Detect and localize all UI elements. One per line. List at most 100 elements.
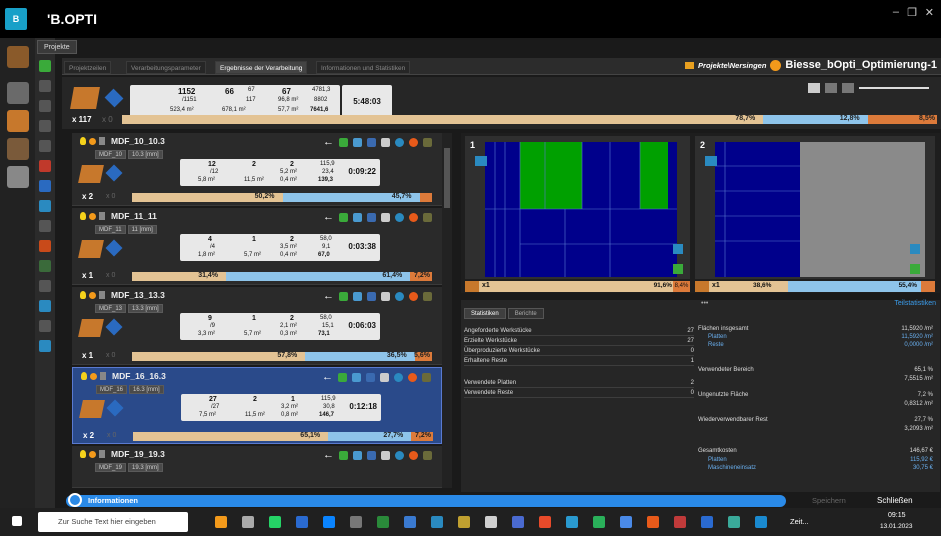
taskbar-app-icon[interactable] (674, 516, 686, 528)
cycle-icon[interactable] (395, 450, 404, 460)
material-group[interactable]: MDF_19_19.3 MDF_19 19.3 [mm] ← (72, 446, 442, 488)
list-icon[interactable] (39, 100, 51, 112)
lock-icon[interactable] (99, 450, 105, 458)
machine-icon[interactable] (6, 82, 29, 104)
delete-icon[interactable] (39, 160, 51, 172)
taskbar-app-icon[interactable] (566, 516, 578, 528)
chart-icon[interactable] (353, 291, 362, 301)
label-icon[interactable] (367, 291, 376, 301)
grid-icon[interactable] (39, 120, 51, 132)
wood-panel-icon[interactable] (6, 46, 29, 68)
back-arrow-icon[interactable]: ← (322, 371, 333, 383)
help-icon[interactable] (39, 340, 51, 352)
tab-informationen[interactable]: Informationen und Statistiken (316, 61, 411, 74)
taskbar-app-icon[interactable] (539, 516, 551, 528)
detail-view-icon[interactable] (842, 83, 854, 93)
taskbar-app-icon[interactable] (269, 516, 281, 528)
tab-statistiken[interactable]: Statistiken (464, 308, 506, 319)
tab-verarbeitungsparameter[interactable]: Verarbeitungsparameter (126, 61, 206, 74)
chart-icon[interactable] (353, 450, 362, 460)
power-icon[interactable] (39, 240, 51, 252)
board-icon[interactable] (422, 372, 431, 382)
board-1[interactable]: 1 (465, 136, 690, 279)
material-group[interactable]: MDF_10_10.3 MDF_10 10.3 [mm] ← 12 /12 5,8… (72, 133, 442, 206)
board-icon[interactable] (423, 450, 432, 460)
reset-icon[interactable] (409, 291, 418, 301)
print-icon[interactable] (381, 137, 390, 147)
edge-band-icon[interactable] (6, 110, 29, 132)
taskbar-app-icon[interactable] (593, 516, 605, 528)
optimize-icon[interactable] (39, 200, 51, 212)
taskbar-app-icon[interactable] (323, 516, 335, 528)
board-2[interactable]: 2 (695, 136, 935, 279)
taskbar-app-icon[interactable] (350, 516, 362, 528)
taskbar-app-icon[interactable] (215, 516, 227, 528)
edit-icon[interactable] (339, 450, 348, 460)
print-icon[interactable] (381, 212, 390, 222)
back-arrow-icon[interactable]: ← (323, 136, 334, 148)
tab-berichte[interactable]: Berichte (507, 308, 544, 319)
taskbar-app-icon[interactable] (485, 516, 497, 528)
label-icon[interactable] (367, 212, 376, 222)
taskbar-app-icon[interactable] (242, 516, 254, 528)
reset-icon[interactable] (408, 372, 417, 382)
print-icon[interactable] (39, 320, 51, 332)
board-icon[interactable] (423, 212, 432, 222)
tab-ergebnisse[interactable]: Ergebnisse der Verarbeitung (215, 61, 308, 74)
reset-icon[interactable] (409, 137, 418, 147)
taskbar-app-icon[interactable] (512, 516, 524, 528)
folder-icon[interactable] (39, 140, 51, 152)
reset-icon[interactable] (409, 212, 418, 222)
board-icon[interactable] (423, 291, 432, 301)
lightbulb-icon[interactable] (80, 291, 86, 299)
taskbar-app-icon[interactable] (377, 516, 389, 528)
grid-view-icon[interactable] (808, 83, 820, 93)
lock-icon[interactable] (99, 212, 105, 220)
board-icon[interactable] (39, 260, 51, 272)
list-view-icon[interactable] (825, 83, 837, 93)
cycle-icon[interactable] (395, 137, 404, 147)
edit-icon[interactable] (338, 372, 347, 382)
teilstatistiken-link[interactable]: Teilstatistiken (894, 300, 936, 307)
label-icon[interactable] (366, 372, 375, 382)
taskbar-app-icon[interactable] (755, 516, 767, 528)
restore-button[interactable]: ❐ (907, 6, 917, 19)
document-icon[interactable] (39, 180, 51, 192)
filter-icon[interactable] (39, 280, 51, 292)
taskbar-app-icon[interactable] (431, 516, 443, 528)
edit-icon[interactable] (339, 212, 348, 222)
lightbulb-icon[interactable] (80, 212, 86, 220)
label-icon[interactable] (367, 450, 376, 460)
settings-icon[interactable] (39, 220, 51, 232)
tools-icon[interactable] (6, 166, 29, 188)
info-icon[interactable] (39, 300, 51, 312)
taskbar-app-icon[interactable] (728, 516, 740, 528)
copy-icon[interactable] (39, 80, 51, 92)
cabinet-icon[interactable] (6, 138, 29, 160)
reset-icon[interactable] (409, 450, 418, 460)
edit-icon[interactable] (339, 137, 348, 147)
taskbar-app-icon[interactable] (458, 516, 470, 528)
cycle-icon[interactable] (395, 291, 404, 301)
back-arrow-icon[interactable]: ← (323, 449, 334, 461)
save-button[interactable]: Speichern (812, 496, 846, 505)
material-group[interactable]: MDF_13_13.3 MDF_13 13.3 [mm] ← 9 /9 3,3 m… (72, 287, 442, 365)
projects-tab[interactable]: Projekte (37, 40, 77, 54)
lock-icon[interactable] (99, 137, 105, 145)
taskbar-search[interactable]: Zur Suche Text hier eingeben (38, 512, 188, 532)
minimize-button[interactable]: – (893, 6, 899, 18)
more-options[interactable]: ••• (701, 300, 708, 307)
print-icon[interactable] (380, 372, 389, 382)
cycle-icon[interactable] (394, 372, 403, 382)
chart-icon[interactable] (353, 137, 362, 147)
chart-icon[interactable] (352, 372, 361, 382)
cycle-icon[interactable] (395, 212, 404, 222)
taskbar-app-icon[interactable] (701, 516, 713, 528)
lightbulb-icon[interactable] (81, 372, 87, 380)
back-arrow-icon[interactable]: ← (323, 290, 334, 302)
print-icon[interactable] (381, 450, 390, 460)
zoom-slider[interactable] (859, 87, 929, 89)
edit-icon[interactable] (339, 291, 348, 301)
close-button[interactable]: ✕ (925, 6, 934, 19)
lightbulb-icon[interactable] (80, 137, 86, 145)
